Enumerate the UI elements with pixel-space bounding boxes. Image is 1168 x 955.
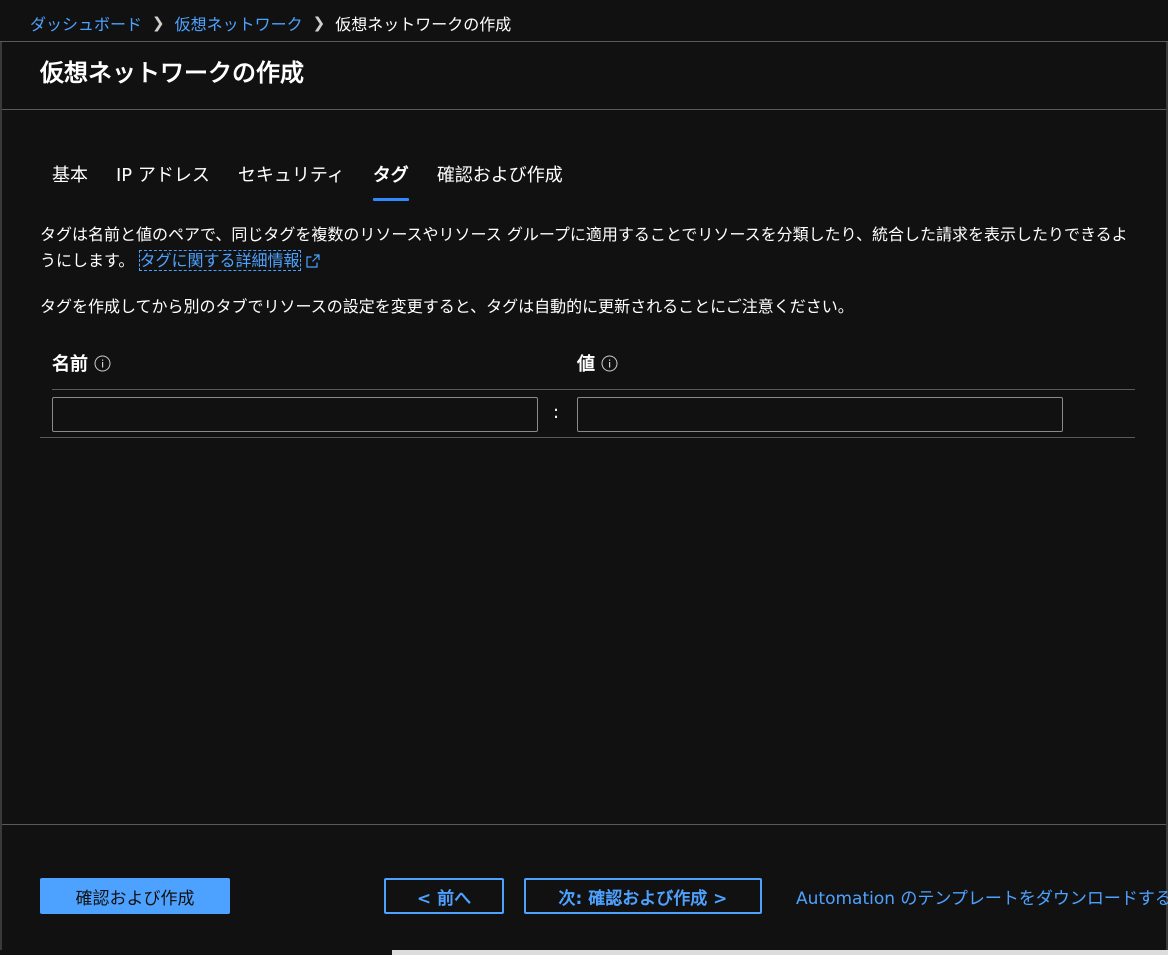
tab-tags[interactable]: タグ [359,163,423,201]
review-create-button[interactable]: 確認および作成 [40,878,230,914]
name-value-separator: : [553,402,560,423]
chevron-right-icon: ❯ [312,14,326,32]
tab-security[interactable]: セキュリティ [224,163,359,201]
tab-review-create[interactable]: 確認および作成 [423,163,577,201]
tags-update-note: タグを作成してから別のタブでリソースの設定を変更すると、タグは自動的に更新される… [40,297,854,316]
download-automation-template-link[interactable]: Automation のテンプレートをダウンロードする [796,884,1168,909]
frame-border-left [0,42,2,955]
tag-grid-header: 名前 値 [52,350,1135,390]
bottom-scroll-strip-dark [0,950,392,955]
external-link-icon [305,250,320,276]
breadcrumb-dashboard[interactable]: ダッシュボード [30,11,142,35]
name-column-header: 名前 [52,350,111,376]
tab-basics[interactable]: 基本 [38,163,102,201]
footer-divider [2,824,1166,825]
tag-value-input[interactable] [577,397,1063,432]
chevron-right-icon: ❯ [152,14,165,32]
breadcrumb-virtual-networks[interactable]: 仮想ネットワーク [175,11,303,35]
info-icon[interactable] [601,355,618,372]
tab-ip-addresses[interactable]: IP アドレス [102,163,224,201]
name-column-label: 名前 [52,354,88,375]
tag-name-input[interactable] [52,397,538,432]
info-icon[interactable] [94,355,111,372]
page-title: 仮想ネットワークの作成 [40,59,304,87]
tags-description: タグは名前と値のペアで、同じタグを複数のリソースやリソース グループに適用するこ… [40,222,1140,276]
title-area: 仮想ネットワークの作成 [2,43,1166,110]
previous-button[interactable]: < 前へ [384,878,504,914]
breadcrumb: ダッシュボード ❯ 仮想ネットワーク ❯ 仮想ネットワークの作成 [30,11,511,35]
top-bar: ダッシュボード ❯ 仮想ネットワーク ❯ 仮想ネットワークの作成 [0,0,1168,42]
tag-row: : [40,390,1135,438]
value-column-header: 値 [577,350,618,376]
breadcrumb-current: 仮想ネットワークの作成 [335,15,512,34]
tab-bar: 基本 IP アドレス セキュリティ タグ 確認および作成 [38,163,577,205]
value-column-label: 値 [577,354,595,375]
learn-more-tags-link[interactable]: タグに関する詳細情報 [138,250,301,271]
next-review-create-button[interactable]: 次: 確認および作成 > [524,878,762,914]
